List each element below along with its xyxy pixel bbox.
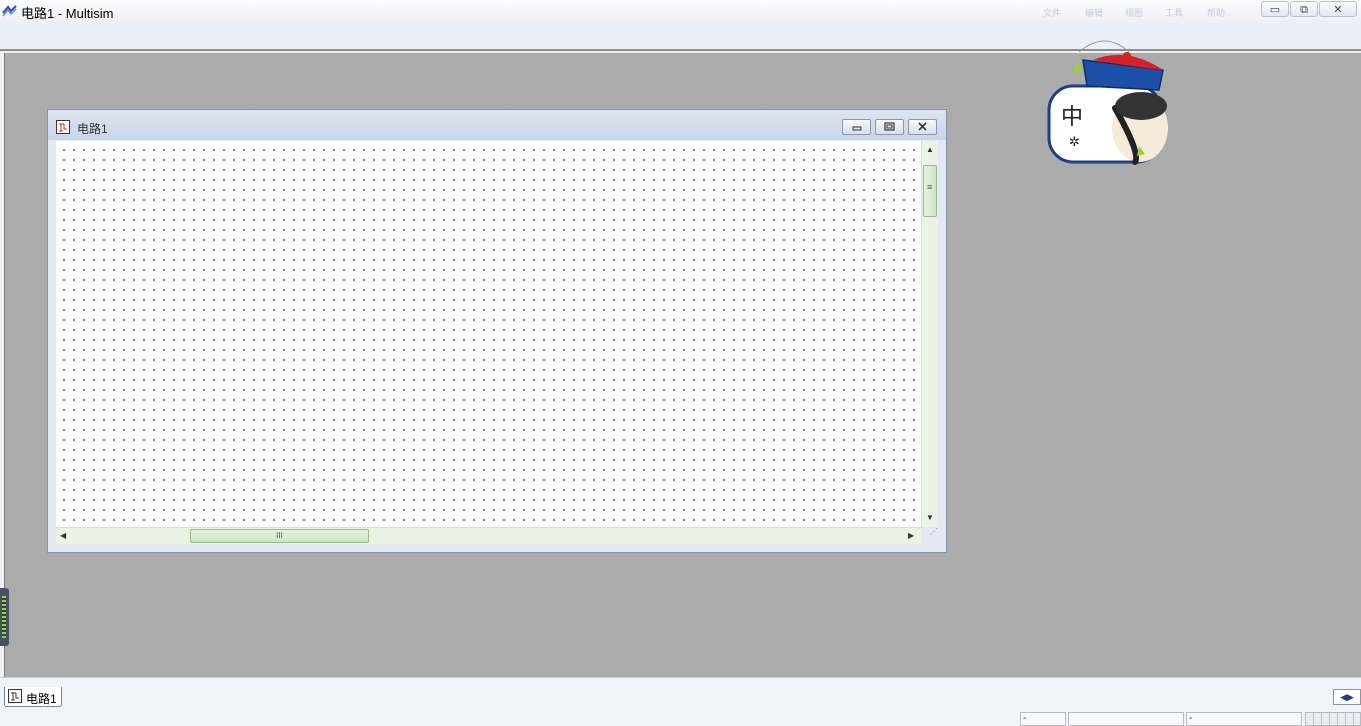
schematic-document-icon (56, 120, 70, 134)
status-field-3: - (1186, 712, 1302, 726)
resize-grip-icon[interactable]: ⋰ (922, 527, 938, 544)
status-field-1: - (1020, 712, 1066, 726)
schematic-document-icon (8, 689, 22, 703)
ghost-menu-file: 文件 (1043, 8, 1062, 18)
horizontal-scrollbar[interactable]: ◀ III ▶ (56, 527, 922, 544)
schematic-canvas[interactable] (56, 141, 922, 527)
app-title-bar: 电路1 - Multisim 文件 编辑 视图 工具 帮助 ▭ ⧉ ✕ (0, 0, 1361, 23)
ime-settings-glyph: ✲ (1069, 135, 1080, 150)
doc-restore-button[interactable] (875, 119, 904, 135)
horizontal-scroll-thumb[interactable]: III (190, 529, 369, 543)
document-tab-bar: 电路1 ◀▶ - - (0, 677, 1361, 726)
multisim-logo-icon[interactable] (2, 4, 18, 18)
status-progress-meter (1305, 712, 1361, 726)
circuit-document-window[interactable]: 电路1 ▲ ≡ ▼ ◀ III ▶ ⋰ (47, 109, 947, 553)
scroll-up-arrow-icon[interactable]: ▲ (926, 145, 934, 154)
tab-scroll-buttons[interactable]: ◀▶ (1333, 689, 1361, 705)
vertical-scrollbar[interactable]: ▲ ≡ ▼ (921, 141, 938, 527)
side-dock-handle[interactable] (0, 588, 9, 646)
status-field-2 (1068, 712, 1184, 726)
scroll-left-arrow-icon[interactable]: ◀ (60, 531, 66, 540)
document-title: 电路1 (77, 122, 108, 136)
close-icon (918, 122, 927, 131)
ghost-menu-help: 帮助 (1207, 8, 1226, 18)
doc-close-button[interactable] (908, 119, 937, 135)
thumb-grip-icon: ≡ (927, 182, 933, 192)
app-close-button[interactable]: ✕ (1319, 1, 1357, 17)
scroll-down-arrow-icon[interactable]: ▼ (926, 513, 934, 522)
restore-icon (884, 122, 895, 131)
ghost-menu-tools: 工具 (1165, 8, 1184, 18)
app-restore-button[interactable]: ⧉ (1290, 1, 1318, 17)
tab-label: 电路1 (26, 692, 57, 706)
vertical-scroll-thumb[interactable]: ≡ (923, 165, 937, 217)
tab-scroll-right-icon[interactable]: ▶ (1347, 692, 1354, 702)
ghost-menu-view: 视图 (1125, 8, 1144, 18)
ghost-menu-edit: 编辑 (1085, 8, 1104, 18)
doc-minimize-button[interactable] (842, 119, 871, 135)
scroll-right-arrow-icon[interactable]: ▶ (908, 531, 914, 540)
tab-scroll-left-icon[interactable]: ◀ (1340, 692, 1347, 702)
app-minimize-button[interactable]: ▭ (1261, 1, 1289, 17)
tab-circuit1[interactable]: 电路1 (4, 687, 62, 707)
document-title-bar[interactable]: 电路1 (48, 110, 946, 140)
minimize-icon (852, 126, 862, 131)
app-title: 电路1 - Multisim (21, 6, 114, 21)
ime-char: 中 (1061, 105, 1083, 130)
ime-mascot-icon[interactable]: 中 ✲ (1045, 36, 1170, 168)
